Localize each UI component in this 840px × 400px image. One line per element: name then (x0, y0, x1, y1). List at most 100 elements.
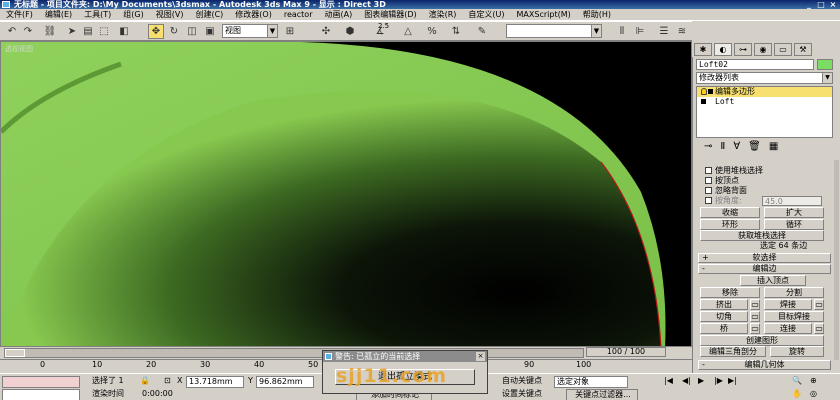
menu-tools[interactable]: 工具(T) (78, 9, 117, 21)
menu-modifiers[interactable]: 修改器(O) (229, 9, 278, 21)
manipulate-icon[interactable]: ✣ (318, 24, 334, 39)
time-slider-thumb[interactable] (5, 349, 25, 357)
prev-frame-icon[interactable]: ◀| (680, 376, 692, 388)
select-by-name-icon[interactable]: ▤ (80, 24, 96, 39)
go-to-start-icon[interactable]: |◀ (662, 376, 678, 388)
object-name-field[interactable]: Loft02 (696, 59, 814, 70)
pin-stack-icon[interactable]: ⊸ (704, 141, 712, 155)
ring-button[interactable]: 环形 (700, 219, 760, 230)
rect-region-icon[interactable]: ⬚ (96, 24, 112, 39)
next-frame-icon[interactable]: |▶ (712, 376, 724, 388)
modify-tab-icon[interactable]: ◐ (714, 43, 732, 56)
by-angle-checkbox[interactable]: 按角度: (705, 196, 742, 205)
menu-help[interactable]: 帮助(H) (577, 9, 617, 21)
zoom-all-icon[interactable]: ⊕ (808, 376, 822, 388)
menu-file[interactable]: 文件(F) (0, 9, 39, 21)
edit-geometry-rollout[interactable]: - 编辑几何体 (698, 360, 831, 370)
pivot-icon[interactable]: ⊞ (282, 24, 298, 39)
minimize-button[interactable]: _ (804, 0, 814, 9)
configure-sets-icon[interactable]: ▦ (769, 141, 778, 155)
menu-create[interactable]: 创建(C) (189, 9, 229, 21)
viewport-label[interactable]: 透视视图 (5, 44, 33, 54)
expand-icon[interactable] (701, 99, 706, 104)
chamfer-settings-icon[interactable]: ▭ (750, 311, 760, 322)
expand-icon[interactable] (708, 89, 713, 94)
undo-icon[interactable]: ↶ (4, 24, 20, 39)
maximize-button[interactable]: □ (816, 0, 826, 9)
extrude-button[interactable]: 挤出 (700, 299, 748, 310)
lock-icon[interactable]: 🔒 (138, 376, 150, 388)
object-color-swatch[interactable] (817, 59, 833, 70)
menu-customize[interactable]: 自定义(U) (462, 9, 510, 21)
curve-editor-icon[interactable]: ≋ (674, 24, 690, 39)
create-shape-button[interactable]: 创建图形 (700, 335, 824, 346)
menu-group[interactable]: 组(G) (117, 9, 149, 21)
get-stack-selection-button[interactable]: 获取堆栈选择 (700, 230, 824, 241)
x-coordinate-field[interactable]: 13.718mm (186, 376, 244, 388)
orbit-icon[interactable]: ◎ (808, 389, 822, 400)
scale-icon[interactable]: ◫ (184, 24, 200, 39)
rotate-icon[interactable]: ↻ (166, 24, 182, 39)
named-selection-select[interactable]: ▼ (506, 24, 602, 38)
redo-icon[interactable]: ↷ (20, 24, 36, 39)
loop-button[interactable]: 循环 (764, 219, 824, 230)
y-coordinate-field[interactable]: 96.862mm (256, 376, 314, 388)
squash-icon[interactable]: ▣ (202, 24, 218, 39)
spinner-snap-icon[interactable]: ⇅ (448, 24, 464, 39)
modifier-list-select[interactable]: 修改器列表 ▼ (696, 72, 833, 84)
use-stack-selection-checkbox[interactable]: 使用堆栈选择 (705, 166, 763, 175)
weld-settings-icon[interactable]: ▭ (814, 299, 824, 310)
reference-coord-select[interactable]: 视图 ▼ (222, 24, 278, 38)
window-crossing-icon[interactable]: ◧ (116, 24, 132, 39)
lightbulb-icon[interactable] (701, 88, 707, 95)
menu-maxscript[interactable]: MAXScript(M) (511, 9, 577, 21)
auto-key-button[interactable]: 自动关键点 (500, 376, 552, 388)
menu-reactor[interactable]: reactor (278, 9, 319, 21)
chamfer-button[interactable]: 切角 (700, 311, 748, 322)
key-mode-select[interactable]: 选定对象 (554, 376, 628, 388)
percent-snap-icon[interactable]: % (424, 24, 440, 39)
target-weld-button[interactable]: 目标焊接 (764, 311, 824, 322)
split-button[interactable]: 分割 (764, 287, 824, 298)
make-unique-icon[interactable]: ∀ (733, 141, 740, 155)
insert-vertex-button[interactable]: 插入顶点 (740, 275, 806, 286)
link-icon[interactable]: ⛓ (42, 24, 58, 39)
menu-animation[interactable]: 动画(A) (318, 9, 358, 21)
align-icon[interactable]: ⊫ (632, 24, 648, 39)
menu-edit[interactable]: 编辑(E) (39, 9, 78, 21)
time-slider[interactable] (4, 348, 584, 358)
menu-rendering[interactable]: 渲染(R) (423, 9, 463, 21)
absolute-mode-icon[interactable]: ⊡ (162, 376, 172, 388)
connect-button[interactable]: 连接 (764, 323, 812, 334)
angle-snap-icon[interactable]: △ (400, 24, 416, 39)
connect-settings-icon[interactable]: ▭ (814, 323, 824, 334)
keyboard-shortcut-icon[interactable]: ⬢ (342, 24, 358, 39)
grow-button[interactable]: 扩大 (764, 207, 824, 218)
hierarchy-tab-icon[interactable]: ⊶ (734, 43, 752, 56)
panel-scrollbar[interactable] (834, 160, 839, 360)
weld-button[interactable]: 焊接 (764, 299, 812, 310)
perspective-viewport[interactable]: 透视视图 (0, 41, 692, 347)
select-object-icon[interactable]: ➤ (64, 24, 80, 39)
go-to-end-icon[interactable]: ▶| (726, 376, 740, 388)
layer-icon[interactable]: ☰ (656, 24, 672, 39)
turn-button[interactable]: 旋转 (770, 346, 824, 357)
dialog-close-button[interactable]: × (476, 352, 485, 361)
stack-item-loft[interactable]: Loft (697, 97, 832, 107)
mirror-icon[interactable]: ⫴ (614, 24, 630, 39)
maxscript-listener[interactable] (2, 376, 80, 388)
display-tab-icon[interactable]: ▭ (774, 43, 792, 56)
dialog-title-bar[interactable]: 警告: 已孤立的当前选择 × (323, 351, 487, 362)
edit-triangulation-button[interactable]: 编辑三角剖分 (700, 346, 766, 357)
menu-graph-editors[interactable]: 图表编辑器(D) (358, 9, 422, 21)
zoom-icon[interactable]: 🔍 (790, 376, 804, 388)
set-key-button[interactable]: 设置关键点 (500, 389, 552, 400)
by-vertex-checkbox[interactable]: 按顶点 (705, 176, 739, 185)
pan-icon[interactable]: ✋ (790, 389, 804, 400)
show-end-result-icon[interactable]: Ⅱ (720, 141, 725, 155)
stack-item-edit-poly[interactable]: 编辑多边形 (697, 87, 832, 97)
maxscript-output[interactable] (2, 389, 80, 400)
bridge-button[interactable]: 桥 (700, 323, 748, 334)
remove-button[interactable]: 移除 (700, 287, 760, 298)
soft-selection-rollout[interactable]: + 软选择 (698, 253, 831, 263)
